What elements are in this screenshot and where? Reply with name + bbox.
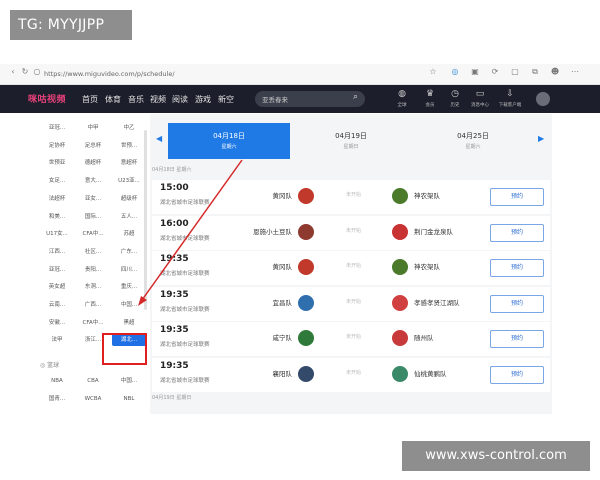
annotation-arrow — [138, 159, 243, 306]
